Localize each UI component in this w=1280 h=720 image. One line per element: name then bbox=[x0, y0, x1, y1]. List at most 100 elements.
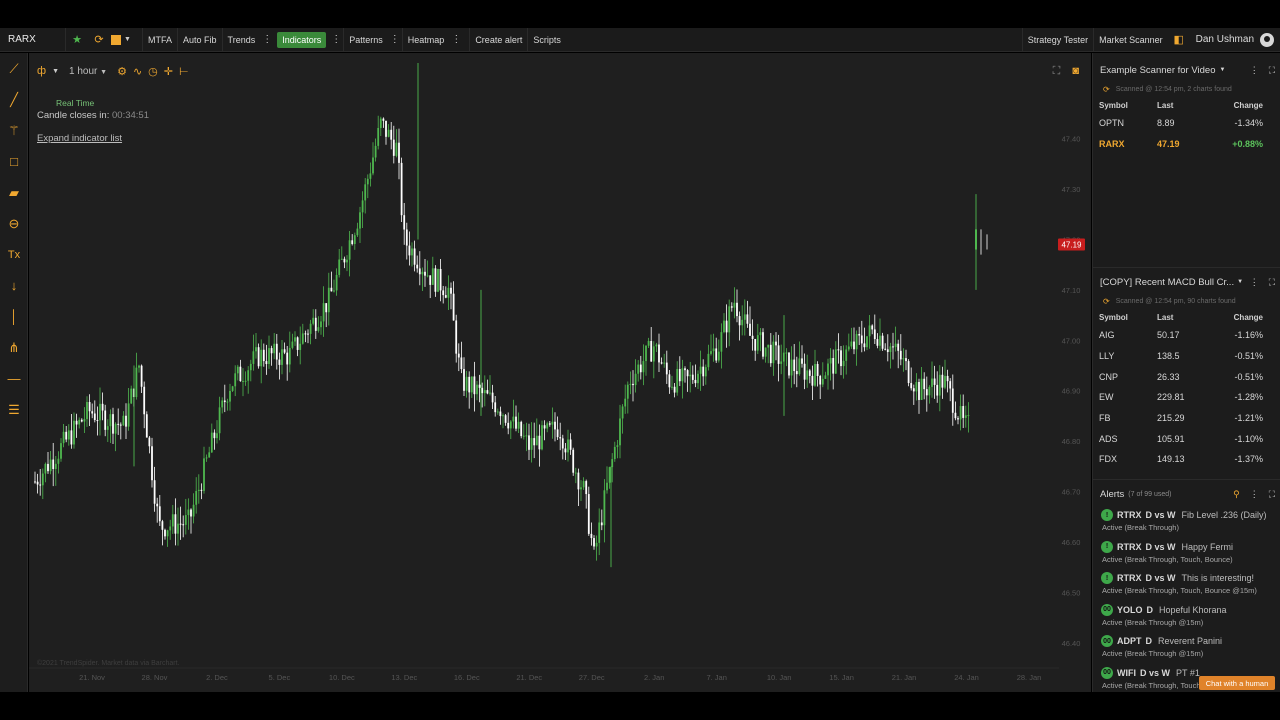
search-icon[interactable]: ⚲ bbox=[1233, 489, 1240, 500]
pitchfork-tool-icon[interactable]: ⋔ bbox=[0, 332, 28, 363]
scripts-button[interactable]: Scripts bbox=[527, 27, 566, 52]
market-scanner-button[interactable]: Market Scanner bbox=[1093, 27, 1168, 52]
trends-button[interactable]: Trends bbox=[221, 27, 261, 52]
table-row[interactable]: AIG 50.17 -1.16% bbox=[1093, 325, 1280, 346]
arrow-down-tool-icon[interactable]: ↓ bbox=[0, 270, 28, 301]
table-row[interactable]: FB 215.29 -1.21% bbox=[1093, 408, 1280, 429]
chat-with-human-button[interactable]: Chat with a human bbox=[1199, 676, 1275, 690]
chevron-down-icon[interactable]: ▼ bbox=[52, 68, 59, 75]
menu-dots-icon[interactable]: ⋮ bbox=[1250, 277, 1259, 288]
horizontal-line-tool-icon[interactable]: — bbox=[0, 363, 28, 394]
candle-body bbox=[93, 413, 96, 421]
rectangle-tool-icon[interactable]: □ bbox=[0, 146, 28, 177]
indicators-menu-icon[interactable]: ⋮ bbox=[329, 34, 343, 45]
table-row[interactable]: CNP 26.33 -0.51% bbox=[1093, 366, 1280, 387]
indicator-wave-icon[interactable]: ∿ bbox=[133, 65, 142, 78]
table-row[interactable]: OPTN 8.89 -1.34% bbox=[1093, 113, 1280, 134]
column-header[interactable]: Change bbox=[1217, 97, 1280, 113]
vertical-line-tool-icon[interactable]: │ bbox=[0, 301, 28, 332]
measure-icon[interactable]: ⊢ bbox=[179, 65, 189, 78]
alert-item[interactable]: 00 ADPT D Reverent Panini Active (Break Thr… bbox=[1093, 631, 1280, 663]
fullscreen-icon[interactable]: ⛶ bbox=[1269, 489, 1275, 500]
refresh-icon[interactable]: ⟳ bbox=[88, 28, 110, 52]
note-tool-icon[interactable]: ▰ bbox=[0, 177, 28, 208]
candle-body bbox=[907, 361, 910, 384]
camera-icon[interactable]: ◙ bbox=[1072, 65, 1079, 78]
auto-fib-button[interactable]: Auto Fib bbox=[177, 27, 222, 52]
strategy-tester-button[interactable]: Strategy Tester bbox=[1021, 27, 1093, 52]
fullscreen-icon[interactable]: ⛶ bbox=[1269, 65, 1275, 76]
candle-body bbox=[894, 343, 897, 348]
fullscreen-icon[interactable]: ⛶ bbox=[1269, 277, 1275, 288]
table-row[interactable]: FDX 149.13 -1.37% bbox=[1093, 449, 1280, 470]
table-row[interactable]: ADS 105.91 -1.10% bbox=[1093, 428, 1280, 449]
fullscreen-icon[interactable]: ⛶ bbox=[1053, 65, 1061, 78]
scanner-2-title[interactable]: [COPY] Recent MACD Bull Cr... bbox=[1100, 277, 1234, 288]
alert-item[interactable]: ! RTRX D vs W Fib Level .236 (Daily) Active… bbox=[1093, 505, 1280, 537]
candle-body bbox=[821, 378, 824, 385]
candle-body bbox=[447, 287, 450, 298]
candle-body bbox=[868, 325, 871, 337]
menu-dots-icon[interactable]: ⋮ bbox=[1250, 489, 1259, 500]
clock-icon[interactable]: ◷ bbox=[148, 65, 158, 78]
indicators-button[interactable]: Indicators bbox=[277, 31, 327, 48]
column-header[interactable]: Symbol bbox=[1093, 97, 1157, 113]
avatar[interactable] bbox=[1260, 32, 1274, 47]
interval-select[interactable]: 1 hour ▼ bbox=[69, 66, 107, 77]
column-header[interactable]: Symbol bbox=[1093, 309, 1157, 325]
scanner-1-title[interactable]: Example Scanner for Video bbox=[1100, 65, 1215, 76]
column-header[interactable]: Change bbox=[1217, 309, 1280, 325]
chart-area[interactable]: 47.4047.3047.2047.1047.0046.9046.8046.70… bbox=[29, 53, 1091, 692]
chevron-down-icon[interactable]: ▼ bbox=[1219, 67, 1225, 73]
create-alert-button[interactable]: Create alert bbox=[469, 27, 527, 52]
candle-body bbox=[226, 401, 229, 403]
patterns-menu-icon[interactable]: ⋮ bbox=[388, 34, 402, 45]
alert-item[interactable]: 00 YOLO D Hopeful Khorana Active (Break Thr… bbox=[1093, 600, 1280, 632]
table-row[interactable]: LLY 138.5 -0.51% bbox=[1093, 346, 1280, 367]
heatmap-menu-icon[interactable]: ⋮ bbox=[449, 34, 463, 45]
candle-body bbox=[476, 384, 478, 395]
magic-wand-icon[interactable]: ⚚ bbox=[0, 115, 28, 146]
candle-body bbox=[606, 482, 608, 491]
ray-tool-icon[interactable]: ╱ bbox=[0, 84, 28, 115]
heatmap-button[interactable]: Heatmap bbox=[401, 27, 450, 52]
trends-menu-icon[interactable]: ⋮ bbox=[260, 34, 274, 45]
trendline-tool-icon[interactable]: ⟋ bbox=[0, 53, 28, 84]
candle-body bbox=[164, 529, 166, 537]
alert-item[interactable]: ! RTRX D vs W This is interesting! Active (… bbox=[1093, 568, 1280, 600]
text-tool-icon[interactable]: Tx bbox=[0, 239, 28, 270]
candle-body bbox=[866, 336, 868, 348]
column-header[interactable]: Last bbox=[1157, 309, 1217, 325]
refresh-icon[interactable]: ⟳ bbox=[1103, 297, 1110, 306]
candle-body bbox=[450, 287, 452, 294]
expand-indicator-list-link[interactable]: Expand indicator list bbox=[37, 133, 122, 144]
chevron-down-icon[interactable]: ▼ bbox=[1237, 279, 1243, 285]
sidebar-toggle-icon[interactable]: ◧ bbox=[1168, 28, 1190, 52]
column-header[interactable]: Last bbox=[1157, 97, 1217, 113]
candle-body bbox=[177, 523, 179, 534]
circle-tool-icon[interactable]: ⊖ bbox=[0, 208, 28, 239]
alert-item[interactable]: ! RTRX D vs W Happy Fermi Active (Break Thr… bbox=[1093, 537, 1280, 569]
menu-dots-icon[interactable]: ⋮ bbox=[1250, 65, 1259, 76]
star-icon[interactable]: ★ bbox=[66, 28, 88, 52]
color-swatch-icon[interactable]: ▼ bbox=[110, 28, 132, 52]
price-chart[interactable]: 47.4047.3047.2047.1047.0046.9046.8046.70… bbox=[29, 53, 1091, 692]
candle-body bbox=[395, 142, 398, 156]
table-row[interactable]: RARX 47.19 +0.88% bbox=[1093, 134, 1280, 155]
candle-body bbox=[767, 344, 770, 348]
gear-icon[interactable]: ⚙ bbox=[117, 65, 127, 78]
fib-tool-icon[interactable]: ☰ bbox=[0, 394, 28, 425]
candle-body bbox=[918, 382, 920, 400]
candle-body bbox=[946, 375, 949, 382]
table-row[interactable]: EW 229.81 -1.28% bbox=[1093, 387, 1280, 408]
user-name[interactable]: Dan Ushman bbox=[1190, 34, 1260, 45]
refresh-icon[interactable]: ⟳ bbox=[1103, 85, 1110, 94]
candle-body bbox=[759, 332, 762, 336]
symbol-input[interactable]: RARX bbox=[2, 27, 66, 52]
patterns-button[interactable]: Patterns bbox=[343, 27, 388, 52]
candle-body bbox=[730, 306, 733, 308]
candle-type-icon[interactable]: ф bbox=[37, 65, 46, 77]
mtfa-button[interactable]: MTFA bbox=[142, 27, 177, 52]
candle-body bbox=[923, 378, 926, 390]
crosshair-icon[interactable]: ✛ bbox=[164, 65, 173, 78]
